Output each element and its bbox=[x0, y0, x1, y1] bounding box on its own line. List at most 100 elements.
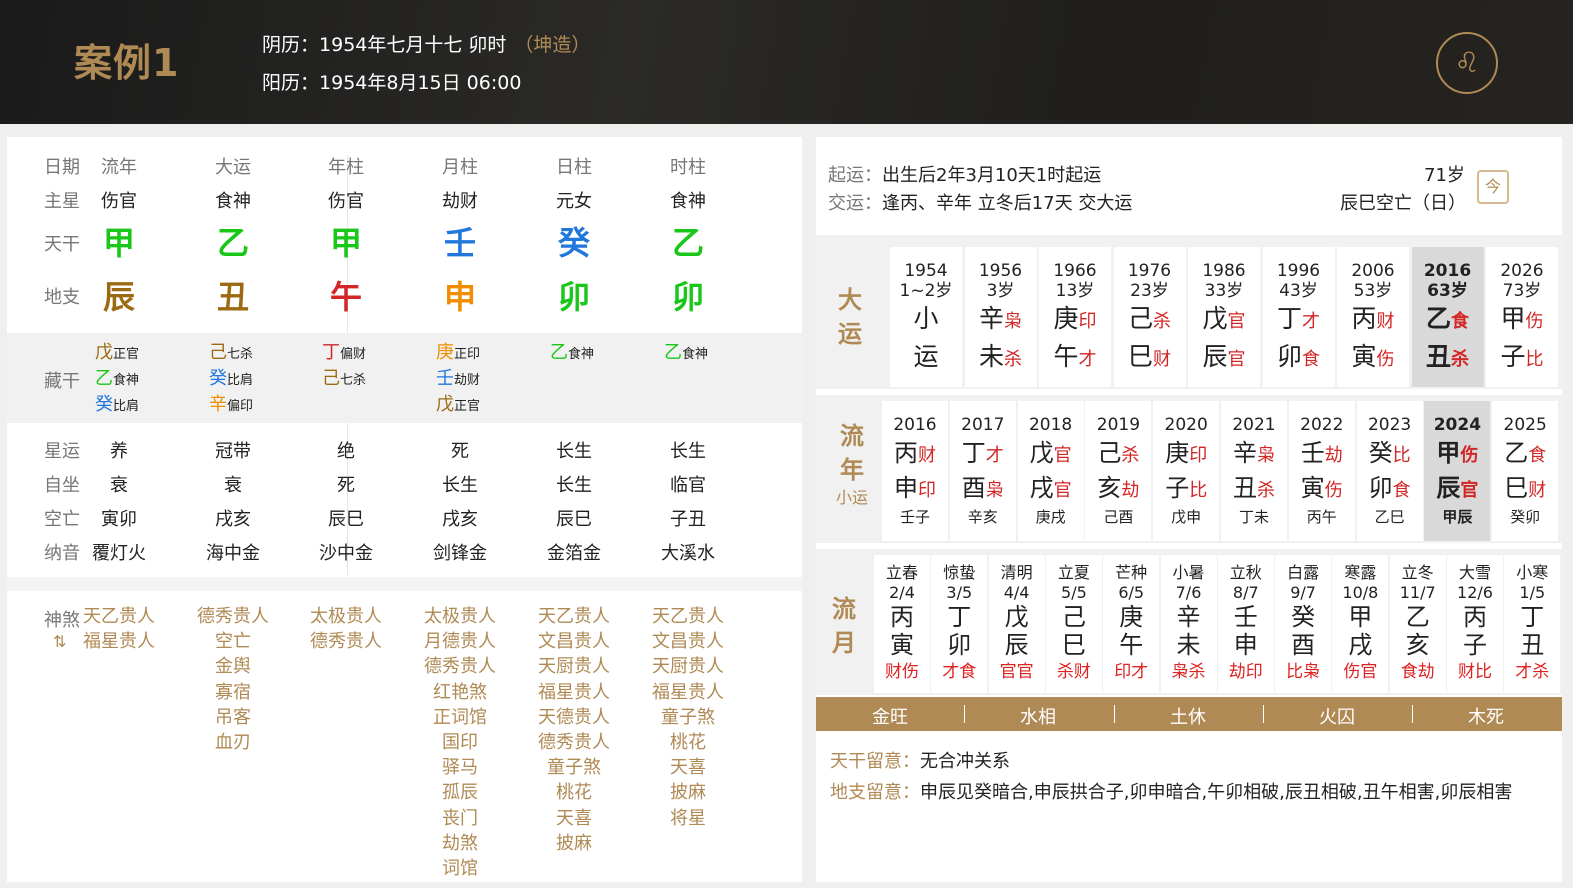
solar-term: 寒露 bbox=[1344, 563, 1377, 582]
liunian-item[interactable]: 2022 壬劫 寅伤 丙午 bbox=[1288, 401, 1355, 541]
liuyue-gods: 官官 bbox=[999, 662, 1034, 682]
dayun-branch-god: 杀 bbox=[1004, 349, 1022, 370]
dizhi-note: 地支留意：申辰见癸暗合,申辰拱合子,卯申暗合,午卯相破,辰丑相破,丑午相害,卯辰… bbox=[830, 782, 1513, 803]
dayun-item[interactable]: 1954 1~2岁小运 bbox=[890, 247, 962, 387]
wuxing-mu: 木死 bbox=[1468, 707, 1504, 728]
solar-term-date: 11/7 bbox=[1399, 583, 1436, 602]
hidden-stem: 戊 bbox=[95, 342, 113, 363]
liunian-stem-god: 官 bbox=[1053, 445, 1072, 466]
hidden-stem-god: 食神 bbox=[113, 373, 140, 388]
liuyue-item[interactable]: 白露 9/7 癸酉比枭 bbox=[1275, 555, 1332, 693]
liuyue-item[interactable]: 清明 4/4 戊辰官官 bbox=[988, 555, 1045, 693]
liuyue-item[interactable]: 小寒 1/5 丁丑才杀 bbox=[1504, 555, 1561, 693]
dayun-branch-god: 杀 bbox=[1451, 349, 1469, 370]
shensha-item: 福星贵人 bbox=[652, 681, 724, 703]
liunian-branch-god: 官 bbox=[1053, 480, 1072, 501]
void-branches: 子丑 bbox=[670, 509, 706, 530]
liuyue-item[interactable]: 立夏 5/5 己巳杀财 bbox=[1045, 555, 1102, 693]
hidden-stem: 癸 bbox=[95, 394, 113, 415]
star-fortune: 养 bbox=[110, 441, 128, 462]
dayun-branch-god: 食 bbox=[1302, 349, 1320, 370]
dayun-stem-god: 杀 bbox=[1153, 311, 1171, 332]
liunian-branch-char: 寅 bbox=[1300, 474, 1325, 502]
liunian-stem-char: 甲 bbox=[1436, 439, 1461, 467]
earthly-branch: 申 bbox=[443, 278, 476, 316]
solar-term: 立春 bbox=[885, 563, 918, 582]
xiaoyun: 丁未 bbox=[1238, 508, 1269, 526]
liuyue-stem: 辛 bbox=[1176, 603, 1201, 631]
dayun-branch: 寅伤 bbox=[1337, 339, 1409, 377]
dayun-age: 53岁 bbox=[1353, 281, 1393, 301]
dayun-branch-char: 巳 bbox=[1127, 342, 1153, 371]
liunian-item[interactable]: 2018 戊官 戌官 庚戌 bbox=[1017, 401, 1084, 541]
liuyue-stem: 壬 bbox=[1233, 603, 1258, 631]
dayun-branch: 卯食 bbox=[1263, 339, 1335, 377]
dayun-item[interactable]: 1976 23岁 己杀 巳财 bbox=[1113, 247, 1186, 387]
main-star: 伤官 bbox=[101, 191, 137, 212]
page-title: 案例1 bbox=[74, 41, 180, 85]
shensha-list: 天乙贵人 福星贵人 bbox=[59, 604, 179, 654]
liunian-branch: 亥劫 bbox=[1085, 472, 1151, 507]
dayun-item[interactable]: 1956 3岁 辛枭 未杀 bbox=[964, 247, 1037, 387]
shensha-item: 德秀贵人 bbox=[197, 606, 269, 627]
earthly-branch: 辰 bbox=[102, 278, 135, 316]
liunian-stem-god: 枭 bbox=[1257, 445, 1275, 466]
lion-logo-icon[interactable]: ♌ bbox=[1436, 32, 1498, 94]
dayun-branch-god: 官 bbox=[1227, 349, 1246, 370]
dayun-item[interactable]: 1966 13岁 庚印 午才 bbox=[1039, 247, 1111, 387]
liuyue-item[interactable]: 立秋 8/7 壬申劫印 bbox=[1217, 555, 1274, 693]
liunian-item[interactable]: 2016 丙财 申印 壬子 bbox=[882, 401, 948, 541]
shensha-item: 吊客 bbox=[215, 706, 251, 728]
liunian-stem: 壬劫 bbox=[1289, 437, 1355, 472]
liunian-item[interactable]: 2017 丁才 酉枭 辛亥 bbox=[949, 401, 1016, 541]
dayun-item[interactable]: 2006 53岁 丙财 寅伤 bbox=[1337, 247, 1409, 387]
solar-term-date: 10/8 bbox=[1342, 583, 1379, 602]
liunian-item[interactable]: 2021 辛枭 丑杀 丁未 bbox=[1221, 401, 1287, 541]
dayun-year: 1996 bbox=[1276, 261, 1321, 281]
liuyue-item[interactable]: 大雪 12/6 丙子财比 bbox=[1447, 555, 1503, 693]
nayin: 金箔金 bbox=[547, 543, 601, 564]
solar-term: 小寒 bbox=[1516, 563, 1549, 582]
liunian-stem-god: 劫 bbox=[1324, 445, 1343, 466]
pillar-name: 流年 bbox=[101, 157, 137, 178]
liuyue-stem: 戊 bbox=[1004, 603, 1029, 631]
hidden-stem-god: 食神 bbox=[568, 347, 595, 362]
liunian-stem: 丙财 bbox=[882, 437, 948, 472]
dayun-item[interactable]: 1986 33岁 戊官 辰官 bbox=[1188, 247, 1260, 387]
xiaoyun: 乙巳 bbox=[1374, 508, 1405, 526]
liunian-item[interactable]: 2024 甲伤 辰官 甲辰 bbox=[1424, 401, 1491, 541]
liunian-stem-char: 戊 bbox=[1029, 439, 1054, 467]
shensha-item: 天乙贵人 bbox=[83, 606, 155, 627]
hidden-stem-item: 庚正印 bbox=[436, 341, 480, 367]
dayun-stem-char: 小 bbox=[913, 304, 939, 333]
dayun-item[interactable]: 2016 63岁 乙食 丑杀 bbox=[1411, 247, 1484, 387]
liunian-item[interactable]: 2023 癸比 卯食 乙巳 bbox=[1356, 401, 1423, 541]
dayun-stem-god: 印 bbox=[1078, 311, 1097, 332]
liuyue-item[interactable]: 立春 2/4 丙寅财伤 bbox=[874, 555, 930, 693]
liunian-item[interactable]: 2020 庚印 子比 戊申 bbox=[1153, 401, 1220, 541]
liunian-item[interactable]: 2025 乙食 巳财 癸卯 bbox=[1492, 401, 1559, 541]
lunar-date: 阴历：1954年七月十七 卯时 （坤造） bbox=[262, 34, 591, 56]
liuyue-gods: 伤官 bbox=[1343, 662, 1378, 682]
dayun-branch-char: 运 bbox=[913, 342, 939, 371]
earthly-branch: 卯 bbox=[671, 278, 704, 316]
liuyue-item[interactable]: 寒露 10/8 甲戌伤官 bbox=[1332, 555, 1389, 693]
dayun-stem-char: 辛 bbox=[978, 304, 1004, 333]
dayun-item[interactable]: 1996 43岁 丁才 卯食 bbox=[1262, 247, 1335, 387]
solar-term: 清明 bbox=[1000, 563, 1033, 582]
dayun-item[interactable]: 2026 73岁 甲伤 子比 bbox=[1486, 247, 1558, 387]
liunian-branch-char: 亥 bbox=[1097, 474, 1122, 502]
liuyue-item[interactable]: 立冬 11/7 乙亥食劫 bbox=[1389, 555, 1446, 693]
shensha-item: 文昌贵人 bbox=[538, 631, 610, 653]
dayun-year: 2016 bbox=[1423, 261, 1472, 281]
shensha-item: 天厨贵人 bbox=[538, 656, 610, 678]
liunian-branch: 丑杀 bbox=[1221, 472, 1287, 507]
hidden-stem-item: 癸比肩 bbox=[209, 367, 253, 393]
calendar-icon[interactable]: 今 bbox=[1477, 170, 1509, 204]
liunian-item[interactable]: 2019 己杀 亥劫 己酉 bbox=[1085, 401, 1152, 541]
void-branches: 辰巳 bbox=[556, 509, 592, 530]
liuyue-item[interactable]: 惊蛰 3/5 丁卯才食 bbox=[931, 555, 988, 693]
liuyue-item[interactable]: 小暑 7/6 辛未枭杀 bbox=[1160, 555, 1217, 693]
dayun-year: 2006 bbox=[1351, 261, 1395, 281]
liuyue-item[interactable]: 芒种 6/5 庚午印才 bbox=[1103, 555, 1160, 693]
